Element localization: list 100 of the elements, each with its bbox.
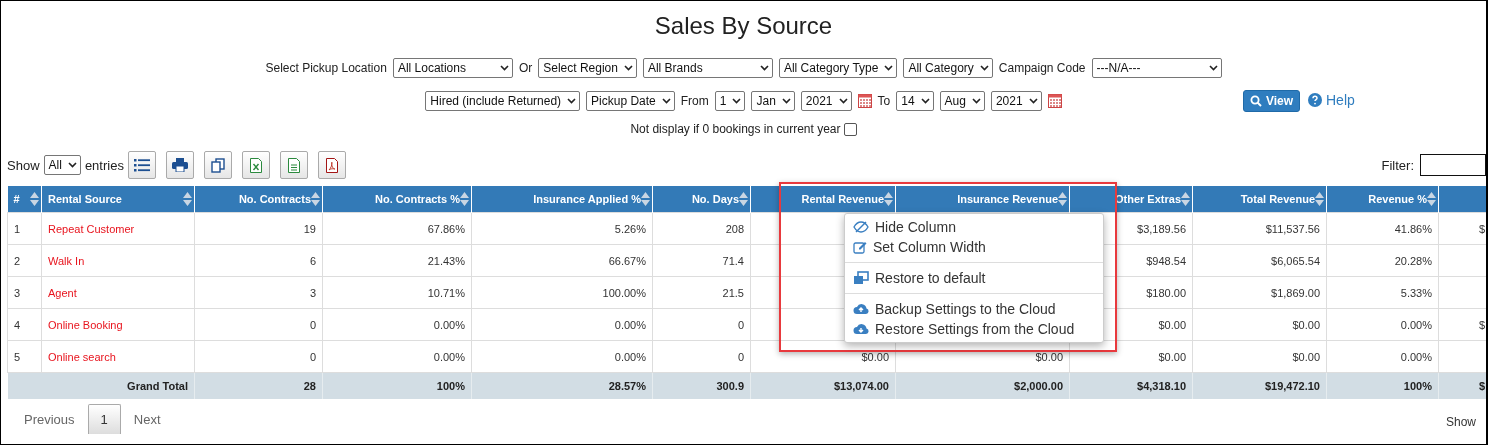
chevron-down-icon	[1208, 65, 1218, 71]
sort-icon[interactable]	[311, 192, 320, 206]
table-cell: 0	[652, 308, 751, 341]
dropdown-select[interactable]: 2021	[990, 91, 1042, 111]
total-label: Grand Total	[7, 372, 195, 399]
checkbox[interactable]	[843, 122, 857, 136]
table-cell: 6	[194, 244, 323, 277]
dropdown-select[interactable]: All Category Type	[778, 58, 898, 78]
table-cell: $11,537.56	[1192, 212, 1327, 245]
sort-icon[interactable]	[641, 192, 650, 206]
filter-input[interactable]	[1420, 154, 1486, 176]
sort-icon[interactable]	[460, 192, 469, 206]
dropdown-select[interactable]: Hired (include Returned)	[425, 91, 581, 111]
sort-icon[interactable]	[30, 192, 39, 206]
table-cell: 0.00%	[322, 308, 472, 341]
chevron-down-icon	[759, 65, 769, 71]
chevron-down-icon	[623, 65, 633, 71]
table-cell: 21.5	[652, 276, 751, 309]
filter-label: Or	[518, 61, 533, 75]
column-header[interactable]: #	[7, 186, 42, 213]
pager-link[interactable]: Previous	[11, 404, 88, 434]
calendar-icon[interactable]	[857, 94, 872, 108]
dropdown-select[interactable]: All Brands	[642, 58, 773, 78]
column-header[interactable]: No. Contracts %	[322, 186, 472, 213]
sort-icon[interactable]	[1058, 192, 1067, 206]
dropdown-select[interactable]: All Locations	[392, 58, 513, 78]
total-cell: 28	[194, 372, 323, 399]
calendar-icon[interactable]	[1047, 94, 1062, 108]
excel-file-icon	[249, 157, 262, 173]
entries-select[interactable]: All	[43, 155, 81, 175]
dropdown-select[interactable]: 1	[714, 91, 746, 111]
sort-icon[interactable]	[183, 192, 192, 206]
page-title: Sales By Source	[653, 11, 834, 41]
dropdown-select[interactable]: Pickup Date	[586, 91, 675, 111]
sort-icon[interactable]	[1315, 192, 1324, 206]
view-button[interactable]: View	[1243, 90, 1301, 112]
total-cell: 100%	[322, 372, 472, 399]
filter-label: Campaign Code	[998, 61, 1086, 75]
total-cell: 28.57%	[471, 372, 653, 399]
table-cell: 3	[7, 276, 42, 309]
dropdown-select[interactable]: ---N/A---	[1091, 58, 1222, 78]
page-button[interactable]: 1	[87, 404, 121, 434]
dropdown-select[interactable]: Jan	[751, 91, 795, 111]
filter-label: To	[877, 94, 891, 108]
toolbar-button[interactable]	[203, 151, 232, 179]
table-cell: 0	[652, 340, 751, 373]
table-cell: 3	[194, 276, 323, 309]
dropdown-select[interactable]: Select Region	[538, 58, 637, 78]
column-header[interactable]: No. Days	[652, 186, 751, 213]
table-cell: 66.67%	[471, 244, 653, 277]
column-header[interactable]: No. Contracts	[194, 186, 323, 213]
column-header[interactable]: Insurance Revenue	[895, 186, 1070, 213]
sort-icon[interactable]	[739, 192, 748, 206]
total-cell: $4,318.10	[1069, 372, 1193, 399]
toolbar-button[interactable]	[317, 151, 346, 179]
table-cell: 0	[194, 308, 323, 341]
toolbar-button[interactable]	[241, 151, 270, 179]
printer-icon	[171, 158, 188, 172]
source-link[interactable]: Repeat Customer	[41, 212, 195, 245]
source-link[interactable]: Online search	[41, 340, 195, 373]
table-cell: 19	[194, 212, 323, 245]
sort-icon[interactable]	[1427, 192, 1436, 206]
toolbar-button[interactable]	[165, 151, 194, 179]
sort-icon[interactable]	[1181, 192, 1190, 206]
column-header[interactable]: Rental Revenue	[750, 186, 896, 213]
sort-icon[interactable]	[884, 192, 893, 206]
source-link[interactable]: Agent	[41, 276, 195, 309]
total-cell: 100%	[1326, 372, 1439, 399]
show-label: Show	[7, 157, 40, 173]
column-header[interactable]: Total Revenue	[1192, 186, 1327, 213]
column-header[interactable]: Rental Source	[41, 186, 195, 213]
table-cell: 0.00%	[471, 340, 653, 373]
eye-slash-icon	[853, 221, 869, 233]
table-cell: 0.00%	[1326, 340, 1439, 373]
chevron-down-icon	[979, 65, 989, 71]
source-link[interactable]: Online Booking	[41, 308, 195, 341]
dropdown-select[interactable]: Aug	[939, 91, 985, 111]
table-cell: 21.43%	[322, 244, 472, 277]
table-cell: 67.86%	[322, 212, 472, 245]
pager-link[interactable]: Next	[120, 404, 174, 434]
toolbar-button[interactable]	[127, 151, 156, 179]
chevron-down-icon	[567, 98, 577, 104]
chevron-down-icon	[920, 98, 930, 104]
table-cell: 0.00%	[322, 340, 472, 373]
copy-icon	[210, 157, 225, 173]
column-header[interactable]: Insurance Applied %	[471, 186, 653, 213]
table-cell: 208	[652, 212, 751, 245]
chevron-down-icon	[67, 162, 77, 168]
dropdown-select[interactable]: 14	[896, 91, 934, 111]
source-link[interactable]: Walk In	[41, 244, 195, 277]
help-link[interactable]: Help	[1308, 92, 1355, 108]
column-header[interactable]: Revenue %	[1326, 186, 1439, 213]
pdf-file-icon	[325, 157, 338, 173]
cloud-download-icon	[853, 323, 869, 335]
dropdown-select[interactable]: 2021	[800, 91, 852, 111]
chevron-down-icon	[732, 98, 742, 104]
chevron-down-icon	[884, 65, 894, 71]
filter-label: Filter:	[1381, 157, 1414, 173]
dropdown-select[interactable]: All Category	[903, 58, 993, 78]
toolbar-button[interactable]	[279, 151, 308, 179]
